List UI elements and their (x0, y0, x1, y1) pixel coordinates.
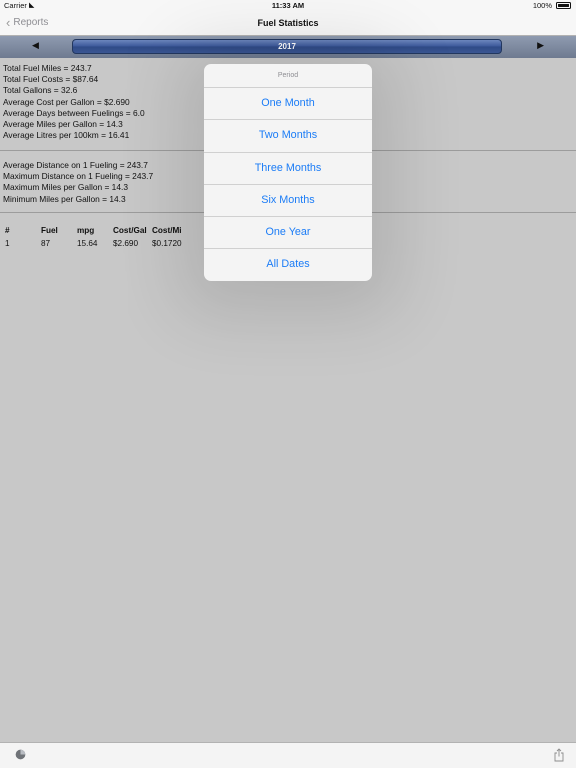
option-two-months[interactable]: Two Months (204, 120, 372, 153)
option-six-months[interactable]: Six Months (204, 185, 372, 218)
table-header-mpg: mpg (77, 226, 95, 235)
previous-year-icon[interactable]: ◀ (32, 40, 39, 51)
option-one-year[interactable]: One Year (204, 217, 372, 250)
navigation-bar: ‹ Reports Fuel Statistics (0, 12, 576, 36)
stat-line: Total Fuel Miles = 243.7 (3, 63, 92, 73)
option-one-month[interactable]: One Month (204, 88, 372, 121)
option-three-months[interactable]: Three Months (204, 153, 372, 185)
stat-line: Average Days between Fuelings = 6.0 (3, 107, 145, 118)
stats-summary: Total Fuel Miles = 243.7 Total Fuel Cost… (3, 63, 145, 141)
popover-title: Period (204, 64, 372, 88)
pie-chart-icon[interactable] (15, 749, 26, 760)
status-time: 11:33 AM (271, 1, 305, 10)
battery-percent: 100% (532, 1, 552, 10)
option-all-dates[interactable]: All Dates (204, 249, 372, 280)
table-header-fuel: Fuel (41, 226, 58, 235)
battery-icon (556, 2, 571, 9)
table-cell: 15.64 (77, 239, 98, 248)
stat-line: Minimum Miles per Gallon = 14.3 (3, 193, 126, 204)
table-header-number: # (5, 226, 10, 235)
stat-line: Average Cost per Gallon = $2.690 (3, 96, 130, 107)
stat-line: Maximum Miles per Gallon = 14.3 (3, 182, 128, 193)
page-title: Fuel Statistics (257, 18, 319, 28)
table-cell: $2.690 (113, 239, 139, 248)
stat-line: Average Litres per 100km = 16.41 (3, 130, 130, 141)
table-header-cost-per-gal: Cost/Gal (113, 226, 147, 235)
stat-line: Average Distance on 1 Fueling = 243.7 (3, 160, 148, 170)
table-header-cost-per-mi: Cost/Mi (152, 226, 182, 235)
stats-distance: Average Distance on 1 Fueling = 243.7 Ma… (3, 160, 153, 205)
status-bar: Carrier ◣ 11:33 AM 100% (0, 0, 576, 12)
stat-line: Total Gallons = 32.6 (3, 85, 78, 96)
stat-line: Average Miles per Gallon = 14.3 (3, 119, 123, 130)
year-selector-bar: ◀ 2017 ▶ (0, 36, 576, 58)
table-cell: 87 (41, 239, 51, 248)
table-cell: $0.1720 (152, 239, 182, 248)
year-button[interactable]: 2017 (72, 39, 502, 54)
next-year-icon[interactable]: ▶ (537, 40, 544, 51)
table-cell: 1 (5, 239, 10, 248)
share-icon[interactable] (554, 748, 564, 762)
stat-line: Total Fuel Costs = $87.64 (3, 74, 99, 85)
bottom-toolbar (0, 742, 576, 768)
stat-line: Maximum Distance on 1 Fueling = 243.7 (3, 171, 154, 182)
period-popover: Period One Month Two Months Three Months… (204, 64, 372, 281)
